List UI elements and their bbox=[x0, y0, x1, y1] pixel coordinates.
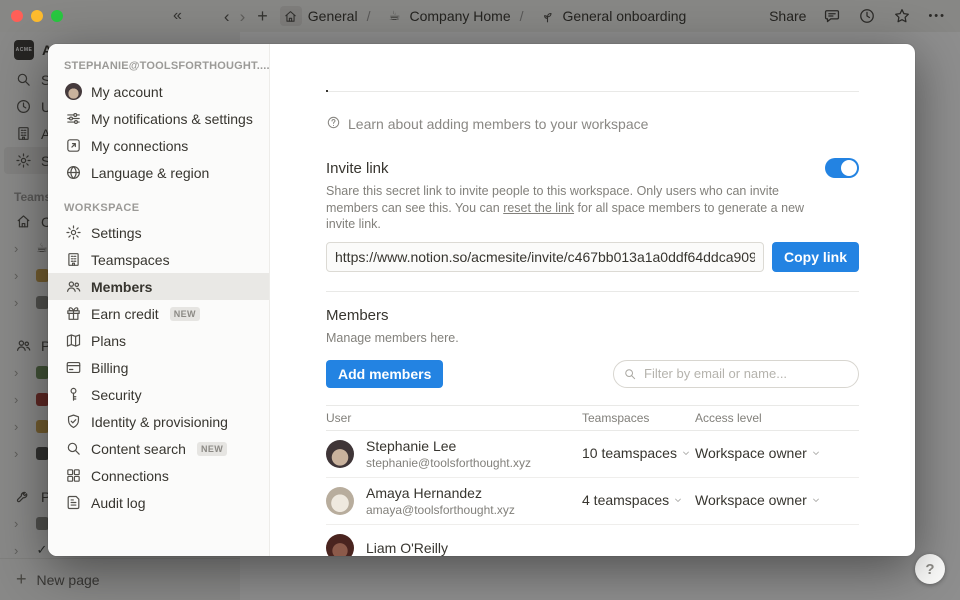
settings-nav-item[interactable]: Security bbox=[48, 381, 269, 408]
account-email-header: STEPHANIE@TOOLSFORTHOUGHT.... bbox=[48, 56, 269, 76]
tab[interactable] bbox=[370, 74, 372, 92]
invite-link-toggle[interactable] bbox=[825, 158, 859, 178]
filter-field-wrap bbox=[613, 360, 859, 388]
settings-nav-item[interactable]: Billing bbox=[48, 354, 269, 381]
settings-nav-item[interactable]: Audit log bbox=[48, 489, 269, 516]
settings-nav-item[interactable]: Teamspaces bbox=[48, 246, 269, 273]
map-icon bbox=[64, 332, 82, 350]
member-avatar bbox=[326, 487, 354, 515]
grid-icon bbox=[64, 467, 82, 485]
building-icon bbox=[64, 251, 82, 269]
scroll-icon bbox=[64, 494, 82, 512]
copy-link-button[interactable]: Copy link bbox=[772, 242, 859, 272]
member-row: Liam O'Reilly bbox=[326, 525, 859, 557]
member-name: Liam O'Reilly bbox=[366, 540, 448, 556]
learn-link[interactable]: Learn about adding members to your works… bbox=[326, 115, 859, 133]
search-icon bbox=[64, 440, 82, 458]
arrow-sq-icon bbox=[64, 137, 82, 155]
settings-nav-item[interactable]: Members bbox=[48, 273, 269, 300]
tab[interactable] bbox=[348, 74, 350, 92]
column-teamspaces: Teamspaces bbox=[582, 411, 695, 425]
settings-nav-item[interactable]: Identity & provisioning bbox=[48, 408, 269, 435]
settings-sidebar: STEPHANIE@TOOLSFORTHOUGHT.... My account… bbox=[48, 44, 270, 556]
people-icon bbox=[64, 278, 82, 296]
member-email: amaya@toolsforthought.xyz bbox=[366, 503, 515, 517]
tab[interactable] bbox=[326, 74, 328, 92]
chevron-down-icon bbox=[681, 448, 691, 458]
settings-nav-item[interactable]: Settings bbox=[48, 219, 269, 246]
chevron-down-icon bbox=[811, 448, 821, 458]
members-settings-panel: Learn about adding members to your works… bbox=[270, 44, 915, 556]
member-avatar bbox=[326, 440, 354, 468]
workspace-nav: Settings Teamspaces Members Earn credit … bbox=[48, 219, 269, 516]
settings-nav-item[interactable]: Content search NEW bbox=[48, 435, 269, 462]
members-section-subtitle: Manage members here. bbox=[326, 331, 859, 345]
section-divider bbox=[326, 291, 859, 292]
teamspaces-dropdown[interactable]: 10 teamspaces bbox=[582, 445, 691, 461]
chevron-down-icon bbox=[811, 495, 821, 505]
toggle-knob bbox=[841, 160, 857, 176]
new-badge: NEW bbox=[170, 307, 200, 321]
chevron-down-icon bbox=[673, 495, 683, 505]
invite-link-description: Share this secret link to invite people … bbox=[326, 183, 814, 233]
column-access-level: Access level bbox=[695, 411, 859, 425]
table-body: Stephanie Lee stephanie@toolsforthought.… bbox=[326, 431, 859, 557]
table-header: User Teamspaces Access level bbox=[326, 405, 859, 431]
minimize-icon[interactable] bbox=[31, 10, 43, 22]
tab[interactable] bbox=[414, 74, 416, 92]
teamspaces-dropdown[interactable]: 4 teamspaces bbox=[582, 492, 683, 508]
settings-modal: STEPHANIE@TOOLSFORTHOUGHT.... My account… bbox=[48, 44, 915, 556]
settings-nav-item[interactable]: My account bbox=[48, 78, 269, 105]
workspace-section-header: WORKSPACE bbox=[48, 202, 269, 214]
access-level-dropdown[interactable]: Workspace owner bbox=[695, 492, 821, 508]
member-avatar bbox=[326, 534, 354, 557]
close-icon[interactable] bbox=[11, 10, 23, 22]
member-name: Stephanie Lee bbox=[366, 438, 531, 454]
member-row: Amaya Hernandez amaya@toolsforthought.xy… bbox=[326, 478, 859, 525]
gear-icon bbox=[64, 224, 82, 242]
help-button[interactable]: ? bbox=[915, 554, 945, 584]
settings-nav-item[interactable]: My notifications & settings bbox=[48, 105, 269, 132]
member-name: Amaya Hernandez bbox=[366, 485, 515, 501]
zoom-icon[interactable] bbox=[51, 10, 63, 22]
key-icon bbox=[64, 386, 82, 404]
members-tabs bbox=[326, 74, 859, 92]
sliders-icon bbox=[64, 110, 82, 128]
settings-nav-item[interactable]: Connections bbox=[48, 462, 269, 489]
card-icon bbox=[64, 359, 82, 377]
gift-icon bbox=[64, 305, 82, 323]
new-badge: NEW bbox=[197, 442, 227, 456]
member-email: stephanie@toolsforthought.xyz bbox=[366, 456, 531, 470]
settings-nav-item[interactable]: Plans bbox=[48, 327, 269, 354]
members-table: User Teamspaces Access level Stephanie L… bbox=[326, 405, 859, 557]
invite-url-field[interactable] bbox=[326, 242, 764, 272]
settings-nav-item[interactable]: Language & region bbox=[48, 159, 269, 186]
filter-members-input[interactable] bbox=[613, 360, 859, 388]
tab[interactable] bbox=[392, 74, 394, 92]
members-section-title: Members bbox=[326, 307, 859, 324]
avatar-s-icon bbox=[64, 83, 82, 101]
account-nav: My account My notifications & settings M… bbox=[48, 78, 269, 186]
add-members-button[interactable]: Add members bbox=[326, 360, 443, 388]
column-user: User bbox=[326, 411, 582, 425]
reset-link[interactable]: reset the link bbox=[503, 201, 574, 215]
settings-nav-item[interactable]: Earn credit NEW bbox=[48, 300, 269, 327]
member-row: Stephanie Lee stephanie@toolsforthought.… bbox=[326, 431, 859, 478]
question-circle-icon bbox=[326, 115, 341, 133]
window-controls bbox=[11, 10, 63, 22]
shield-icon bbox=[64, 413, 82, 431]
globe-icon bbox=[64, 164, 82, 182]
invite-link-title: Invite link bbox=[326, 160, 389, 177]
access-level-dropdown[interactable]: Workspace owner bbox=[695, 445, 821, 461]
settings-nav-item[interactable]: My connections bbox=[48, 132, 269, 159]
search-icon bbox=[623, 367, 637, 381]
